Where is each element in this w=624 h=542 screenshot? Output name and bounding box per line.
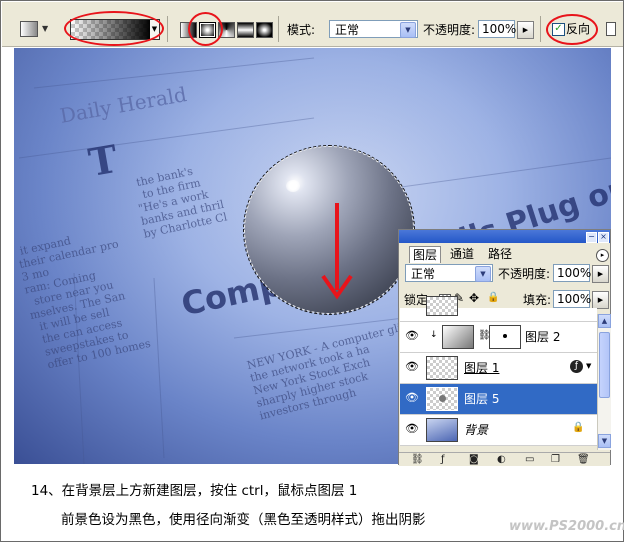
layer-opacity-label: 不透明度:: [498, 267, 551, 281]
mode-select[interactable]: 正常 ▼: [329, 20, 418, 38]
thumb-sphere: [439, 395, 446, 402]
mode-value: 正常: [335, 23, 360, 37]
scroll-down-button[interactable]: ▼: [598, 434, 611, 448]
dither-checkbox[interactable]: [606, 22, 616, 36]
diamond-gradient-button[interactable]: [256, 22, 273, 38]
panel-menu-icon[interactable]: ▸: [596, 249, 609, 262]
close-icon[interactable]: ×: [598, 232, 609, 243]
caption-line-2: 前景色设为黑色，使用径向渐变（黑色至透明样式）拖出阴影: [61, 512, 426, 528]
eye-icon[interactable]: 👁: [405, 423, 419, 434]
new-layer-icon[interactable]: ❐: [551, 454, 560, 465]
adjustment-layer-icon[interactable]: ◐: [497, 454, 506, 465]
layer-row-background[interactable]: 👁 背景 🔒: [400, 415, 597, 446]
layer-row-partial: [400, 296, 597, 322]
add-mask-icon[interactable]: ◙: [469, 454, 479, 465]
eye-icon[interactable]: 👁: [405, 361, 419, 372]
eye-icon[interactable]: 👁: [405, 330, 419, 341]
layer-thumbnail: [426, 356, 458, 380]
separator: [167, 16, 168, 42]
drag-direction-arrow-icon: [321, 203, 353, 300]
layers-panel: − × 图层 通道 路径 ▸ 正常 ▼ 不透明度: 100% ▶ 锁定: ✎ ✥…: [398, 229, 611, 466]
opacity-label: 不透明度:: [423, 23, 476, 37]
tool-preset-dropdown-icon[interactable]: ▼: [42, 24, 48, 33]
mask-dot: [503, 334, 507, 338]
layers-panel-footer: ⛓ ƒ ◙ ◐ ▭ ❐ 🗑: [399, 452, 610, 466]
layer-thumbnail: [426, 387, 458, 411]
watermark: www.PS2000.cn: [509, 519, 624, 534]
minimize-icon[interactable]: −: [586, 232, 597, 243]
gradient-tool-icon[interactable]: [20, 21, 38, 37]
delete-layer-icon[interactable]: 🗑: [577, 454, 590, 465]
layer-name[interactable]: 图层 5: [464, 392, 499, 406]
blend-mode-value: 正常: [411, 267, 436, 281]
lock-position-icon[interactable]: ✥: [469, 291, 479, 305]
layer-style-icon[interactable]: ƒ: [570, 360, 583, 373]
layers-scrollbar[interactable]: ▲ ▼: [597, 314, 611, 450]
scroll-up-button[interactable]: ▲: [598, 314, 611, 328]
screenshot-frame: ▼ ▼ 模式: 正常 ▼ 不透明度: 100% ▶ ✓ 反向 Daily Her…: [0, 0, 624, 542]
layer-thumbnail: [426, 296, 458, 316]
layer-thumbnail: [442, 325, 474, 349]
separator: [540, 16, 541, 42]
eye-icon[interactable]: 👁: [405, 392, 419, 403]
layer-opacity-input[interactable]: 100%: [553, 264, 591, 282]
annotation-circle-gradient: [64, 11, 164, 46]
chevron-down-icon: ▼: [400, 22, 416, 38]
options-bar: ▼ ▼ 模式: 正常 ▼ 不透明度: 100% ▶ ✓ 反向: [2, 2, 623, 47]
fill-input[interactable]: 100%: [553, 290, 591, 308]
tab-channels[interactable]: 通道: [447, 246, 477, 263]
annotation-circle-reverse: [546, 14, 598, 45]
lock-icon: 🔒: [572, 422, 585, 433]
panel-titlebar[interactable]: − ×: [399, 230, 610, 243]
caption-line-1: 14、在背景层上方新建图层，按住 ctrl，鼠标点图层 1: [31, 483, 358, 499]
opacity-input[interactable]: 100%: [478, 20, 516, 38]
expand-arrow-icon[interactable]: ▼: [586, 362, 591, 370]
new-group-icon[interactable]: ▭: [525, 454, 534, 465]
link-layers-icon[interactable]: ⛓: [411, 454, 424, 465]
mode-label: 模式:: [287, 23, 316, 37]
layer-opacity-slider-button[interactable]: ▶: [592, 265, 609, 283]
layer-name[interactable]: 图层 2: [525, 330, 560, 344]
tab-layers[interactable]: 图层: [409, 246, 442, 263]
layer-name[interactable]: 背景: [464, 423, 488, 437]
chevron-down-icon: ▼: [475, 266, 491, 282]
fill-label: 填充:: [523, 293, 552, 307]
separator: [278, 16, 279, 42]
scroll-thumb[interactable]: [599, 332, 610, 398]
layer-name[interactable]: 图层 1: [464, 361, 499, 375]
sphere-highlight: [286, 180, 300, 192]
opacity-slider-button[interactable]: ▶: [517, 21, 534, 39]
clip-arrow-icon: ↓: [430, 330, 438, 340]
layer-thumbnail: [426, 418, 458, 442]
annotation-circle-radial: [188, 12, 223, 46]
blend-mode-select[interactable]: 正常 ▼: [405, 264, 493, 282]
add-style-icon[interactable]: ƒ: [441, 454, 445, 465]
layer-row-layer2[interactable]: 👁 ↓ ⛓ 图层 2: [400, 322, 597, 353]
layer-row-layer5[interactable]: 👁 图层 5: [400, 384, 597, 415]
tab-paths[interactable]: 路径: [485, 246, 515, 263]
reflected-gradient-button[interactable]: [237, 22, 254, 38]
layer-mask-thumbnail[interactable]: [489, 325, 521, 349]
fill-slider-button[interactable]: ▶: [592, 291, 609, 309]
layer-row-layer1[interactable]: 👁 图层 1 ƒ ▼: [400, 353, 597, 384]
lock-all-icon[interactable]: 🔒: [487, 292, 499, 303]
